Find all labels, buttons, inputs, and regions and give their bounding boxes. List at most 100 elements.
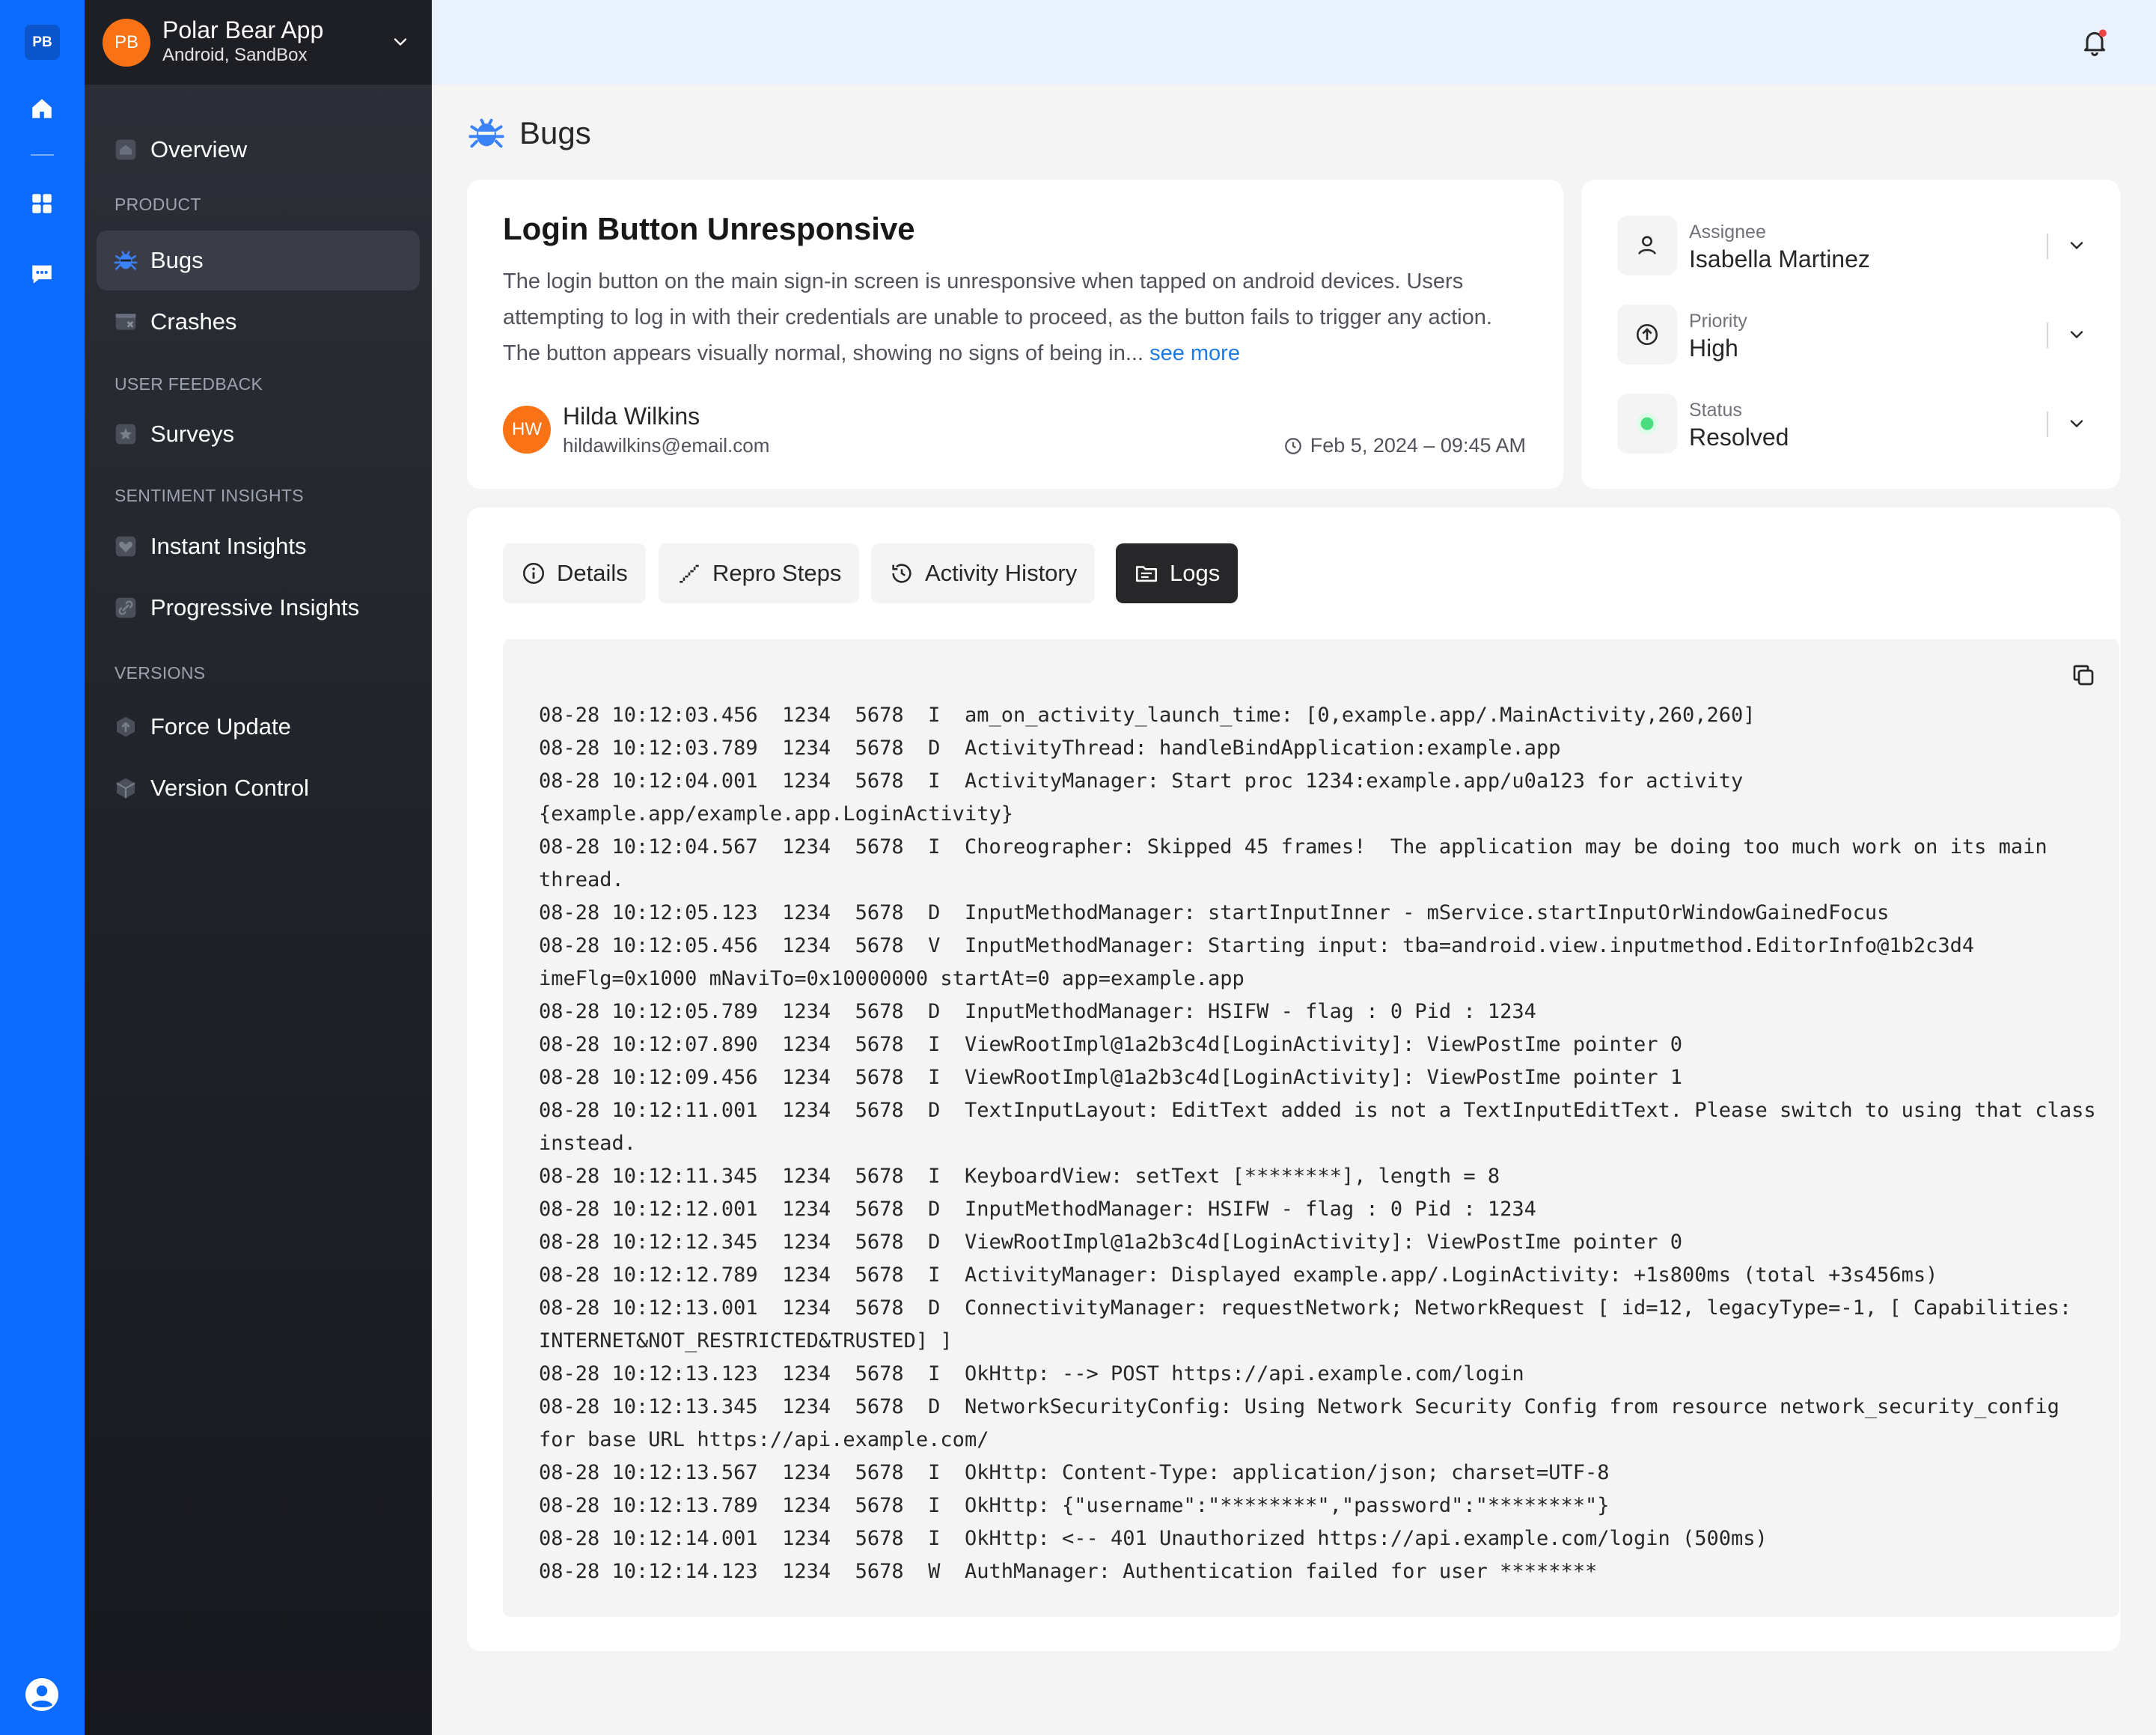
app-avatar: PB: [103, 19, 150, 67]
log-line: 08-28 10:12:05.123 1234 5678 D InputMeth…: [539, 901, 1890, 924]
log-line: 08-28 10:12:05.789 1234 5678 D InputMeth…: [539, 1000, 1536, 1023]
arrow-up-circle-icon: [1617, 305, 1677, 365]
see-more-link[interactable]: see more: [1149, 341, 1240, 365]
log-line: 08-28 10:12:13.345 1234 5678 D NetworkSe…: [539, 1395, 2072, 1451]
bug-icon: [468, 118, 504, 148]
sidebar-item-version-control[interactable]: Version Control: [97, 758, 420, 818]
home-icon[interactable]: [27, 94, 57, 124]
tab-details[interactable]: Details: [503, 543, 646, 603]
log-line: 08-28 10:12:04.567 1234 5678 I Choreogra…: [539, 835, 2059, 891]
app-switcher[interactable]: PB Polar Bear App Android, SandBox: [85, 0, 432, 85]
log-line: 08-28 10:12:07.890 1234 5678 I ViewRootI…: [539, 1033, 1683, 1056]
heart-icon: [113, 534, 138, 559]
log-line: 08-28 10:12:11.345 1234 5678 I KeyboardV…: [539, 1165, 1500, 1188]
workspace-logo[interactable]: PB: [25, 25, 60, 60]
sidebar-item-bugs[interactable]: Bugs: [97, 231, 420, 290]
log-line: 08-28 10:12:13.001 1234 5678 D Connectiv…: [539, 1296, 2084, 1353]
notification-dot: [2098, 29, 2107, 37]
page-title: Bugs: [519, 115, 591, 150]
grid-icon[interactable]: [27, 189, 57, 219]
assignee-select[interactable]: Assignee Isabella Martinez: [1617, 216, 2089, 275]
status-dot-icon: [1617, 394, 1677, 454]
log-line: 08-28 10:12:13.789 1234 5678 I OkHttp: {…: [539, 1494, 1610, 1517]
user-circle-icon[interactable]: [24, 1677, 60, 1713]
chat-icon[interactable]: [27, 259, 57, 289]
sidebar-item-surveys[interactable]: Surveys: [97, 404, 420, 464]
chevron-down-icon[interactable]: [390, 31, 411, 52]
chevron-down-icon[interactable]: [2066, 413, 2087, 434]
user-icon: [1617, 216, 1677, 275]
sidebar-item-label: Instant Insights: [150, 533, 307, 559]
priority-value: High: [1689, 335, 1738, 362]
priority-label: Priority: [1689, 311, 1747, 332]
assignee-value: Isabella Martinez: [1689, 246, 1870, 272]
top-bar: [432, 0, 2156, 85]
bug-summary-card: Login Button Unresponsive The login butt…: [467, 180, 1563, 489]
copy-icon[interactable]: [2070, 662, 2097, 689]
star-icon: [113, 421, 138, 447]
log-line: 08-28 10:12:14.123 1234 5678 W AuthManag…: [539, 1560, 1598, 1583]
icon-rail: PB: [0, 0, 85, 1735]
status-label: Status: [1689, 400, 1742, 421]
sidebar-item-instant-insights[interactable]: Instant Insights: [97, 516, 420, 576]
log-line: 08-28 10:12:12.345 1234 5678 D ViewRootI…: [539, 1231, 1683, 1254]
section-versions: VERSIONS: [114, 663, 206, 683]
status-select[interactable]: Status Resolved: [1617, 394, 2089, 454]
log-line: 08-28 10:12:09.456 1234 5678 I ViewRootI…: [539, 1066, 1683, 1089]
package-icon: [113, 775, 138, 801]
log-line: 08-28 10:12:13.567 1234 5678 I OkHttp: C…: [539, 1461, 1610, 1484]
divider: [2047, 323, 2048, 348]
chevron-down-icon[interactable]: [2066, 324, 2087, 345]
crash-icon: [113, 309, 138, 335]
log-viewer: 08-28 10:12:03.456 1234 5678 I am_on_act…: [503, 639, 2119, 1617]
reporter-name: Hilda Wilkins: [563, 403, 700, 430]
house-icon: [113, 137, 138, 162]
upload-icon: [113, 714, 138, 740]
link-icon: [113, 595, 138, 620]
sidebar-item-overview[interactable]: Overview: [97, 120, 420, 180]
log-line: 08-28 10:12:12.001 1234 5678 D InputMeth…: [539, 1198, 1536, 1221]
section-product: PRODUCT: [114, 195, 201, 214]
folder-icon: [1135, 566, 1158, 582]
priority-select[interactable]: Priority High: [1617, 305, 2089, 365]
sidebar: PB Polar Bear App Android, SandBox Overv…: [85, 0, 432, 1735]
sidebar-item-force-update[interactable]: Force Update: [97, 697, 420, 757]
log-lines: 08-28 10:12:03.456 1234 5678 I am_on_act…: [539, 699, 2103, 1588]
info-icon: [522, 562, 545, 585]
tab-label: Logs: [1170, 560, 1221, 586]
sidebar-item-crashes[interactable]: Crashes: [97, 292, 420, 352]
tab-label: Repro Steps: [712, 560, 842, 586]
log-line: 08-28 10:12:14.001 1234 5678 I OkHttp: <…: [539, 1527, 1768, 1550]
log-line: 08-28 10:12:11.001 1234 5678 D TextInput…: [539, 1099, 2108, 1155]
reporter-email: hildawilkins@email.com: [563, 434, 770, 457]
rail-divider: [31, 154, 54, 156]
log-line: 08-28 10:12:03.456 1234 5678 I am_on_act…: [539, 704, 1756, 727]
tab-activity-history[interactable]: Activity History: [871, 543, 1096, 603]
status-value: Resolved: [1689, 424, 1789, 451]
app-name: Polar Bear App: [162, 16, 324, 43]
bug-description: The login button on the main sign-in scr…: [503, 263, 1506, 371]
chevron-down-icon[interactable]: [2066, 235, 2087, 256]
description-text: The login button on the main sign-in scr…: [503, 269, 1492, 365]
clock-icon: [1284, 437, 1301, 454]
sidebar-item-label: Version Control: [150, 775, 309, 801]
sidebar-item-label: Bugs: [150, 247, 204, 273]
bell-icon[interactable]: [2080, 27, 2110, 57]
app-platform: Android, SandBox: [162, 45, 308, 65]
log-line: 08-28 10:12:12.789 1234 5678 I ActivityM…: [539, 1263, 1938, 1287]
tab-label: Activity History: [925, 560, 1078, 586]
section-sentiment-insights: SENTIMENT INSIGHTS: [114, 486, 304, 505]
bug-icon: [113, 248, 138, 273]
sidebar-item-label: Surveys: [150, 421, 234, 447]
sidebar-item-label: Overview: [150, 136, 248, 162]
steps-icon: [680, 564, 699, 583]
page-header: Bugs: [467, 112, 591, 154]
log-line: 08-28 10:12:03.789 1234 5678 D ActivityT…: [539, 737, 1561, 760]
reported-date: Feb 5, 2024 – 09:45 AM: [1283, 434, 1526, 457]
tab-repro-steps[interactable]: Repro Steps: [659, 543, 860, 603]
tab-logs[interactable]: Logs: [1116, 543, 1239, 603]
log-line: 08-28 10:12:05.456 1234 5678 V InputMeth…: [539, 934, 1987, 990]
bug-title: Login Button Unresponsive: [503, 211, 915, 246]
sidebar-item-progressive-insights[interactable]: Progressive Insights: [97, 578, 420, 638]
bug-detail-panel: Details Repro Steps Activity History Log…: [467, 507, 2120, 1651]
